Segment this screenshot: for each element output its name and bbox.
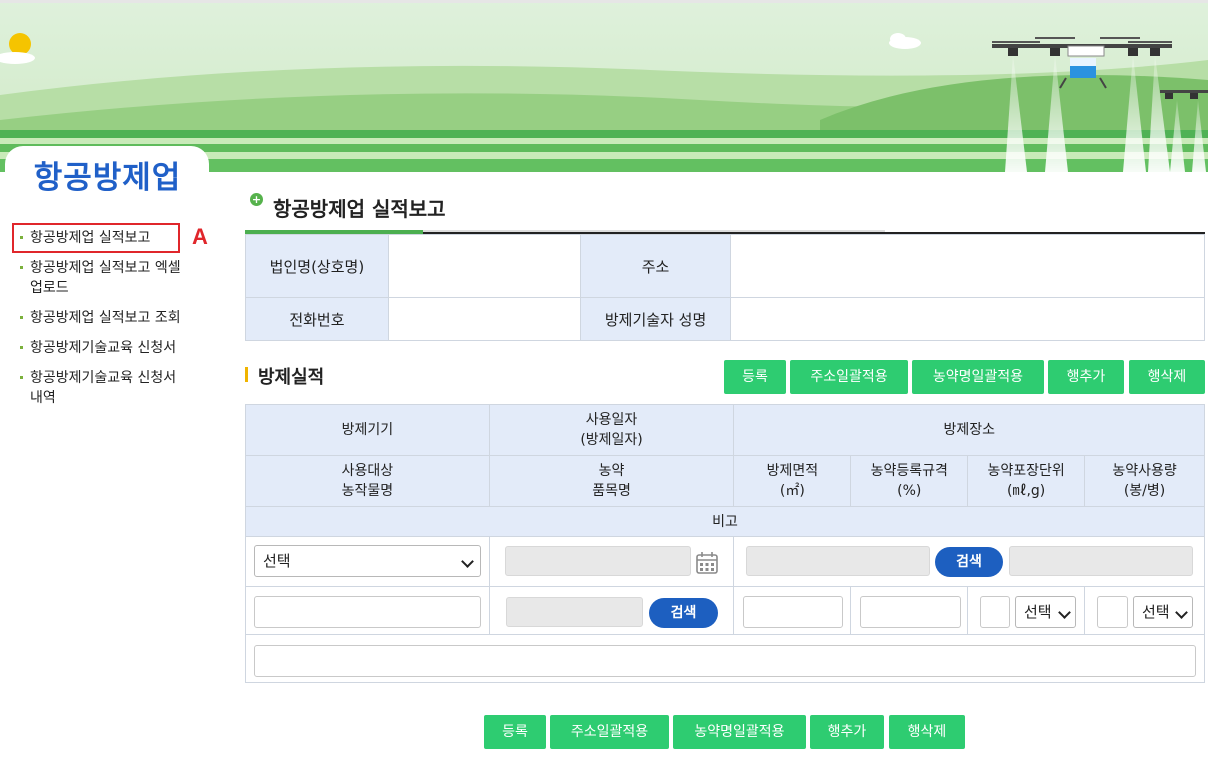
technician-value — [730, 297, 1205, 341]
header-place: 방제장소 — [733, 404, 1205, 456]
unit-input[interactable] — [980, 596, 1010, 628]
title-divider-accent — [423, 230, 885, 232]
sidebar-item-label: 항공방제업 실적보고 조회 — [30, 310, 181, 326]
phone-label: 전화번호 — [245, 297, 389, 341]
device-select-value: 선택 — [263, 552, 291, 570]
bottom-apply-pesticide-button[interactable]: 농약명일괄적용 — [673, 715, 806, 749]
sidebar-item-label: 항공방제업 실적보고 엑셀 — [30, 260, 181, 276]
header-remark: 비고 — [245, 506, 1205, 537]
bullet-icon — [20, 266, 23, 269]
pesticide-input[interactable] — [506, 597, 643, 627]
sidebar-item-education-application[interactable]: 항공방제기술교육 신청서 — [20, 338, 176, 358]
remark-input[interactable] — [254, 645, 1196, 677]
section-title: 방제실적 — [258, 367, 325, 388]
company-info-table: 법인명(상호명) 주소 전화번호 방제기술자 성명 — [245, 234, 1205, 341]
address-value — [730, 234, 1205, 298]
register-button[interactable]: 등록 — [724, 360, 786, 394]
crop-input[interactable] — [254, 596, 481, 628]
bottom-apply-address-button[interactable]: 주소일괄적용 — [550, 715, 669, 749]
sidebar-item-label: 항공방제업 실적보고 — [30, 230, 151, 246]
unit-select-value: 선택 — [1024, 603, 1052, 621]
technician-label: 방제기술자 성명 — [579, 297, 732, 341]
unit-select[interactable]: 선택 — [1015, 596, 1076, 628]
calendar-icon[interactable] — [696, 551, 718, 575]
header-usage: 농약사용량 (봉/병) — [1084, 455, 1205, 507]
address-input[interactable] — [746, 546, 930, 576]
address-detail-input[interactable] — [1009, 546, 1193, 576]
apply-address-button[interactable]: 주소일괄적용 — [790, 360, 908, 394]
corp-name-label: 법인명(상호명) — [245, 234, 389, 298]
sidebar-item-excel-upload[interactable]: 항공방제업 실적보고 엑셀 업로드 — [20, 258, 181, 298]
header-crop: 사용대상 농작물명 — [245, 455, 490, 507]
sidebar-item-education-history[interactable]: 항공방제기술교육 신청서 내역 — [20, 368, 176, 408]
phone-value — [387, 297, 581, 341]
address-search-button[interactable]: 검색 — [935, 547, 1003, 577]
area-input[interactable] — [743, 596, 843, 628]
sidebar-item-label: 항공방제기술교육 신청서 — [30, 340, 177, 356]
chevron-down-icon — [1058, 606, 1071, 619]
bottom-register-button[interactable]: 등록 — [484, 715, 546, 749]
page-title: 항공방제업 실적보고 — [273, 197, 446, 221]
sidebar-item-performance-report[interactable]: 항공방제업 실적보고 — [20, 228, 150, 248]
sidebar-item-label: 업로드 — [30, 280, 69, 296]
sidebar-item-label: 항공방제기술교육 신청서 — [30, 370, 177, 386]
bullet-icon — [20, 346, 23, 349]
device-select[interactable]: 선택 — [254, 545, 481, 577]
bullet-icon — [20, 316, 23, 319]
header-pesticide: 농약 품목명 — [488, 455, 735, 507]
chevron-down-icon — [461, 555, 474, 568]
sidebar-item-report-inquiry[interactable]: 항공방제업 실적보고 조회 — [20, 308, 181, 328]
plus-circle-icon: + — [250, 193, 263, 206]
sun-icon — [9, 33, 31, 55]
section-marker — [245, 367, 248, 382]
date-input[interactable] — [505, 546, 691, 576]
address-label: 주소 — [579, 234, 732, 298]
corp-name-value — [387, 234, 581, 298]
spec-input[interactable] — [860, 596, 961, 628]
bottom-delete-row-button[interactable]: 행삭제 — [889, 715, 965, 749]
performance-table: 방제기기 사용일자 (방제일자) 방제장소 사용대상 농작물명 농약 품목명 방제면적… — [245, 404, 1205, 683]
add-row-button[interactable]: 행추가 — [1048, 360, 1124, 394]
usage-input[interactable] — [1097, 596, 1128, 628]
bullet-icon — [20, 236, 23, 239]
header-unit: 농약포장단위 (㎖,g) — [967, 455, 1086, 507]
usage-select-value: 선택 — [1142, 603, 1170, 621]
delete-row-button[interactable]: 행삭제 — [1129, 360, 1205, 394]
bottom-add-row-button[interactable]: 행추가 — [810, 715, 884, 749]
sidebar-item-label: 내역 — [30, 390, 56, 406]
sidebar-title: 항공방제업 — [33, 160, 182, 196]
header-date: 사용일자 (방제일자) — [488, 404, 735, 456]
header-spec: 농약등록규격 (%) — [850, 455, 969, 507]
header-device: 방제기기 — [245, 404, 490, 456]
pesticide-search-button[interactable]: 검색 — [649, 598, 718, 628]
chevron-down-icon — [1175, 606, 1188, 619]
bullet-icon — [20, 376, 23, 379]
highlight-marker: A — [192, 224, 208, 249]
header-area: 방제면적 (㎡) — [733, 455, 852, 507]
apply-pesticide-button[interactable]: 농약명일괄적용 — [912, 360, 1044, 394]
usage-select[interactable]: 선택 — [1133, 596, 1193, 628]
